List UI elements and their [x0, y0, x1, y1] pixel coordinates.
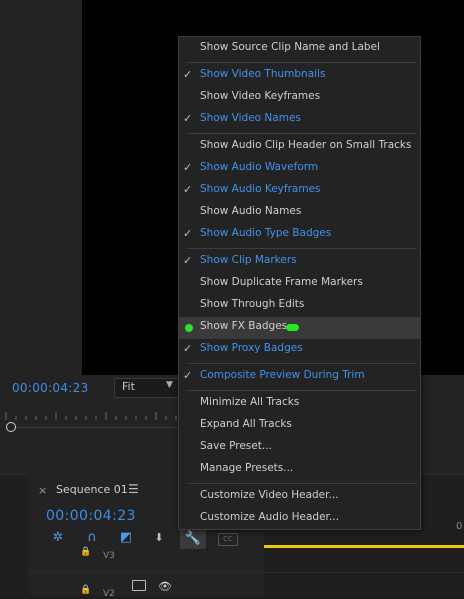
check-icon: ✓ [183, 161, 193, 174]
menu-separator [187, 483, 417, 484]
check-icon: ✓ [183, 112, 193, 125]
nest-sequence-icon[interactable]: ✲ [50, 530, 66, 546]
track-label-v3: V3 [103, 551, 115, 561]
check-icon: ✓ [183, 227, 193, 240]
menu-item-save-preset[interactable]: Save Preset... [179, 437, 420, 459]
menu-item-minimize-all-tracks[interactable]: Minimize All Tracks [179, 393, 420, 415]
menu-item-expand-all-tracks[interactable]: Expand All Tracks [179, 415, 420, 437]
playhead-handle[interactable] [6, 422, 16, 432]
monitor-time-ruler[interactable] [0, 406, 178, 420]
check-icon: ✓ [183, 254, 193, 267]
menu-item-label: Save Preset... [200, 440, 272, 452]
menu-item-show-duplicate-frame-markers[interactable]: Show Duplicate Frame Markers [179, 273, 420, 295]
menu-item-label: Show Source Clip Name and Label [200, 41, 380, 53]
track-label-v2: V2 [103, 589, 115, 599]
film-icon[interactable] [132, 580, 146, 591]
menu-item-label: Show Audio Keyframes [200, 183, 321, 195]
timeline-display-settings-menu: Show Source Clip Name and Label ✓ Show V… [178, 36, 421, 530]
close-icon[interactable]: × [38, 484, 47, 497]
menu-separator [187, 133, 417, 134]
menu-item-label: Show Video Keyframes [200, 90, 321, 102]
menu-item-show-audio-names[interactable]: Show Audio Names [179, 202, 420, 224]
menu-item-label: Show Audio Names [200, 205, 302, 217]
playhead-timecode[interactable]: 00:00:04:23 [12, 381, 89, 395]
timeline-settings-wrench-icon[interactable]: 🔧 [180, 529, 206, 549]
menu-item-label: Show Audio Clip Header on Small Tracks [200, 139, 412, 151]
menu-item-label: Show Video Names [200, 112, 301, 124]
menu-item-label: Expand All Tracks [200, 418, 292, 430]
eye-icon[interactable]: 👁 [158, 580, 172, 593]
menu-item-show-audio-waveform[interactable]: ✓ Show Audio Waveform [179, 158, 420, 180]
fx-badge-pill-icon [286, 324, 299, 331]
menu-separator [187, 390, 417, 391]
scrub-bar[interactable] [16, 427, 178, 428]
check-icon: ✓ [183, 68, 193, 81]
menu-item-show-source-clip-name[interactable]: Show Source Clip Name and Label [179, 38, 420, 60]
menu-item-label: Show Video Thumbnails [200, 68, 326, 80]
menu-item-show-clip-markers[interactable]: ✓ Show Clip Markers [179, 251, 420, 273]
check-icon: ✓ [183, 342, 193, 355]
chevron-down-icon: ▼ [166, 380, 173, 390]
check-icon: ✓ [183, 183, 193, 196]
menu-item-show-proxy-badges[interactable]: ✓ Show Proxy Badges [179, 339, 420, 361]
menu-item-show-video-thumbnails[interactable]: ✓ Show Video Thumbnails [179, 65, 420, 87]
menu-item-label: Minimize All Tracks [200, 396, 300, 408]
menu-item-show-audio-keyframes[interactable]: ✓ Show Audio Keyframes [179, 180, 420, 202]
menu-item-label: Show Through Edits [200, 298, 305, 310]
fx-badge-dot-icon [185, 324, 193, 332]
snap-icon[interactable]: ∩ [84, 530, 100, 546]
menu-item-label: Show FX Badges [200, 320, 288, 332]
menu-item-show-video-names[interactable]: ✓ Show Video Names [179, 109, 420, 131]
menu-item-show-fx-badges[interactable]: Show FX Badges [179, 317, 420, 339]
hamburger-menu-icon[interactable]: ☰ [128, 482, 139, 496]
menu-item-label: Show Duplicate Frame Markers [200, 276, 363, 288]
menu-item-show-audio-type-badges[interactable]: ✓ Show Audio Type Badges [179, 224, 420, 246]
menu-item-label: Manage Presets... [200, 462, 294, 474]
linked-selection-icon[interactable]: ◩ [118, 530, 134, 546]
menu-item-label: Show Audio Waveform [200, 161, 319, 173]
menu-item-customize-video-header[interactable]: Customize Video Header... [179, 486, 420, 508]
menu-item-label: Show Clip Markers [200, 254, 297, 266]
menu-separator [187, 248, 417, 249]
menu-item-show-video-keyframes[interactable]: Show Video Keyframes [179, 87, 420, 109]
menu-item-label: Show Audio Type Badges [200, 227, 332, 239]
track-divider [28, 572, 464, 573]
menu-item-show-through-edits[interactable]: Show Through Edits [179, 295, 420, 317]
timeline-timecode[interactable]: 00:00:04:23 [46, 508, 136, 524]
lock-icon[interactable]: 🔒 [80, 547, 91, 557]
check-icon: ✓ [183, 369, 193, 382]
lock-icon[interactable]: 🔒 [80, 585, 91, 595]
menu-item-manage-presets[interactable]: Manage Presets... [179, 459, 420, 481]
menu-separator [187, 62, 417, 63]
sequence-tab[interactable]: Sequence 01 [56, 483, 128, 496]
menu-item-label: Show Proxy Badges [200, 342, 303, 354]
menu-separator [187, 363, 417, 364]
menu-item-show-audio-clip-header[interactable]: Show Audio Clip Header on Small Tracks [179, 136, 420, 158]
add-marker-icon[interactable]: ⬇ [151, 530, 167, 546]
menu-item-label: Customize Video Header... [200, 489, 339, 501]
work-area-bar[interactable] [264, 545, 464, 548]
captions-icon[interactable]: CC [218, 533, 238, 546]
menu-item-customize-audio-header[interactable]: Customize Audio Header... [179, 508, 420, 530]
menu-item-label: Composite Preview During Trim [200, 369, 365, 381]
timeline-ruler-tick: 0 [456, 521, 463, 532]
zoom-fit-label: Fit [122, 380, 135, 393]
menu-item-composite-preview-during-trim[interactable]: ✓ Composite Preview During Trim [179, 366, 420, 388]
menu-item-label: Customize Audio Header... [200, 511, 339, 523]
